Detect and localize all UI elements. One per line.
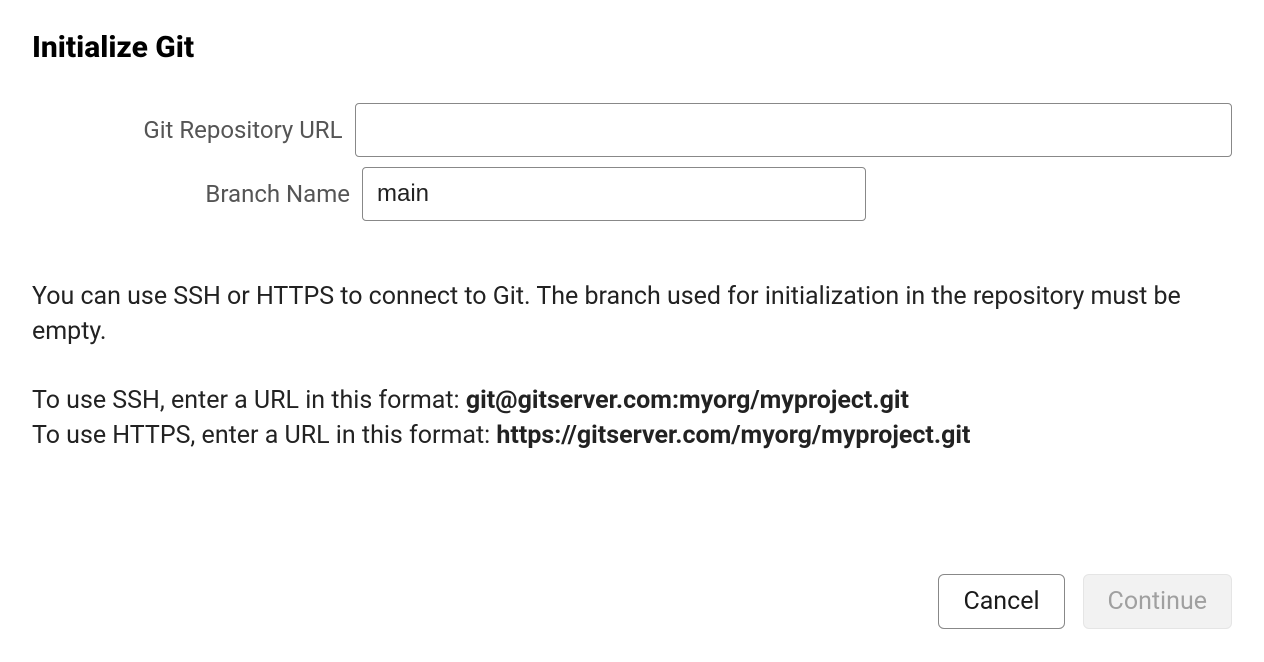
- git-url-input[interactable]: [355, 103, 1233, 157]
- page-title: Initialize Git: [32, 30, 1232, 65]
- branch-name-label: Branch Name: [32, 180, 362, 208]
- help-ssh-prefix: To use SSH, enter a URL in this format:: [32, 386, 466, 415]
- help-ssh-line: To use SSH, enter a URL in this format: …: [32, 383, 1232, 418]
- git-url-label: Git Repository URL: [32, 116, 355, 144]
- continue-button[interactable]: Continue: [1083, 574, 1232, 629]
- help-text-block: You can use SSH or HTTPS to connect to G…: [32, 279, 1232, 453]
- branch-name-input[interactable]: [362, 167, 866, 221]
- row-branch-name: Branch Name: [32, 167, 1232, 221]
- row-git-url: Git Repository URL: [32, 103, 1232, 157]
- help-https-example: https://gitserver.com/myorg/myproject.gi…: [496, 421, 970, 450]
- help-https-prefix: To use HTTPS, enter a URL in this format…: [32, 421, 496, 450]
- help-intro: You can use SSH or HTTPS to connect to G…: [32, 279, 1232, 349]
- dialog-footer: Cancel Continue: [938, 574, 1232, 629]
- cancel-button[interactable]: Cancel: [938, 574, 1064, 629]
- help-ssh-example: git@gitserver.com:myorg/myproject.git: [466, 386, 909, 415]
- help-https-line: To use HTTPS, enter a URL in this format…: [32, 418, 1232, 453]
